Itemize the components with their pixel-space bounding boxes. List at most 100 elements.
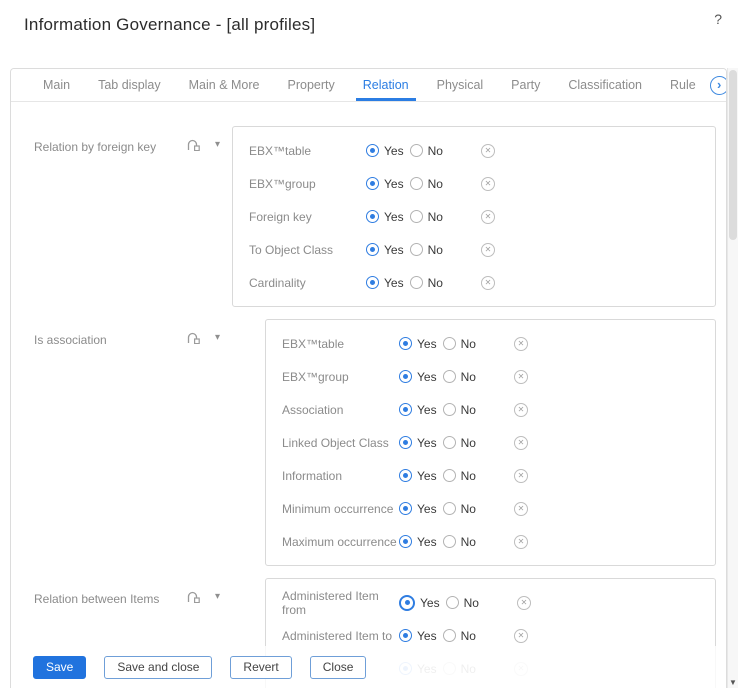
- radio-option-yes[interactable]: Yes: [399, 337, 437, 351]
- radio-yes[interactable]: [399, 370, 412, 383]
- radio-label-no: No: [461, 370, 476, 384]
- clear-icon[interactable]: ✕: [514, 370, 528, 384]
- radio-option-yes[interactable]: Yes: [399, 535, 437, 549]
- radio-no[interactable]: [443, 502, 456, 515]
- clear-icon[interactable]: ✕: [481, 243, 495, 257]
- radio-option-yes[interactable]: Yes: [399, 370, 437, 384]
- radio-no[interactable]: [446, 596, 459, 609]
- radio-option-yes[interactable]: Yes: [399, 502, 437, 516]
- clear-icon[interactable]: ✕: [481, 144, 495, 158]
- clear-icon[interactable]: ✕: [514, 436, 528, 450]
- clear-icon[interactable]: ✕: [514, 337, 528, 351]
- clear-icon[interactable]: ✕: [514, 535, 528, 549]
- save-and-close-button[interactable]: Save and close: [104, 656, 212, 679]
- clear-icon[interactable]: ✕: [481, 177, 495, 191]
- radio-yes[interactable]: [399, 337, 412, 350]
- radio-option-yes[interactable]: Yes: [366, 210, 404, 224]
- inheritance-icon[interactable]: [187, 591, 200, 603]
- radio-yes[interactable]: [399, 502, 412, 515]
- radio-option-no[interactable]: No: [443, 629, 476, 643]
- clear-icon[interactable]: ✕: [481, 276, 495, 290]
- radio-option-yes[interactable]: Yes: [399, 595, 440, 611]
- radio-option-no[interactable]: No: [443, 469, 476, 483]
- radio-option-yes[interactable]: Yes: [399, 436, 437, 450]
- radio-yes[interactable]: [366, 276, 379, 289]
- tab-physical[interactable]: Physical: [423, 69, 498, 101]
- help-icon[interactable]: ?: [714, 11, 722, 27]
- save-button[interactable]: Save: [33, 656, 86, 679]
- radio-no[interactable]: [410, 144, 423, 157]
- radio-no[interactable]: [443, 535, 456, 548]
- radio-option-yes[interactable]: Yes: [399, 629, 437, 643]
- radio-option-no[interactable]: No: [410, 177, 443, 191]
- radio-no[interactable]: [443, 629, 456, 642]
- tab-main[interactable]: Main: [29, 69, 84, 101]
- chevron-down-icon[interactable]: ▾: [215, 592, 220, 602]
- radio-no[interactable]: [410, 243, 423, 256]
- tab-tab-display[interactable]: Tab display: [84, 69, 175, 101]
- inheritance-icon[interactable]: [187, 332, 200, 344]
- radio-option-no[interactable]: No: [443, 535, 476, 549]
- radio-no[interactable]: [443, 403, 456, 416]
- radio-no[interactable]: [410, 276, 423, 289]
- clear-icon[interactable]: ✕: [514, 469, 528, 483]
- row-label: Association: [282, 403, 399, 417]
- radio-yes[interactable]: [399, 436, 412, 449]
- clear-icon[interactable]: ✕: [514, 403, 528, 417]
- section-relation-by-foreign-key: Relation by foreign key▾EBX™tableYesNo✕E…: [11, 126, 726, 307]
- radio-no[interactable]: [410, 210, 423, 223]
- radio-yes[interactable]: [366, 243, 379, 256]
- radio-option-no[interactable]: No: [410, 276, 443, 290]
- radio-yes[interactable]: [366, 177, 379, 190]
- revert-button[interactable]: Revert: [230, 656, 291, 679]
- radio-option-yes[interactable]: Yes: [366, 144, 404, 158]
- scroll-down-icon[interactable]: ▼: [728, 678, 738, 687]
- radio-yes[interactable]: [399, 629, 412, 642]
- tab-main-more[interactable]: Main & More: [175, 69, 274, 101]
- scrollbar-thumb[interactable]: [729, 70, 737, 240]
- tab-relation[interactable]: Relation: [349, 69, 423, 101]
- tab-property[interactable]: Property: [274, 69, 349, 101]
- section-icons: ▾: [187, 332, 220, 344]
- clear-icon[interactable]: ✕: [517, 596, 531, 610]
- radio-option-no[interactable]: No: [410, 144, 443, 158]
- radio-option-no[interactable]: No: [443, 337, 476, 351]
- inheritance-icon[interactable]: [187, 139, 200, 151]
- radio-yes[interactable]: [399, 535, 412, 548]
- radio-yes[interactable]: [366, 210, 379, 223]
- close-button[interactable]: Close: [310, 656, 367, 679]
- clear-icon[interactable]: ✕: [481, 210, 495, 224]
- radio-no[interactable]: [443, 469, 456, 482]
- radio-option-yes[interactable]: Yes: [366, 276, 404, 290]
- radio-yes[interactable]: [399, 403, 412, 416]
- radio-option-no[interactable]: No: [410, 243, 443, 257]
- radio-yes[interactable]: [399, 469, 412, 482]
- radio-yes[interactable]: [366, 144, 379, 157]
- radio-option-no[interactable]: No: [443, 370, 476, 384]
- clear-icon[interactable]: ✕: [514, 502, 528, 516]
- radio-option-no[interactable]: No: [443, 436, 476, 450]
- radio-option-no[interactable]: No: [443, 502, 476, 516]
- radio-no[interactable]: [443, 436, 456, 449]
- radio-no[interactable]: [443, 337, 456, 350]
- tab-rule[interactable]: Rule: [656, 69, 710, 101]
- next-tabs-icon[interactable]: ›: [710, 76, 727, 95]
- radio-option-yes[interactable]: Yes: [399, 403, 437, 417]
- clear-icon[interactable]: ✕: [514, 629, 528, 643]
- chevron-down-icon[interactable]: ▾: [215, 333, 220, 343]
- tab-classification[interactable]: Classification: [554, 69, 656, 101]
- radio-option-no[interactable]: No: [410, 210, 443, 224]
- tab-party[interactable]: Party: [497, 69, 554, 101]
- row-label: EBX™group: [249, 177, 366, 191]
- radio-option-no[interactable]: No: [446, 596, 479, 610]
- chevron-down-icon[interactable]: ▾: [215, 140, 220, 150]
- radio-yes[interactable]: [399, 595, 415, 611]
- vertical-scrollbar[interactable]: ▼: [727, 68, 738, 688]
- radio-option-yes[interactable]: Yes: [366, 243, 404, 257]
- section-icons: ▾: [187, 139, 220, 151]
- radio-option-no[interactable]: No: [443, 403, 476, 417]
- radio-option-yes[interactable]: Yes: [366, 177, 404, 191]
- radio-no[interactable]: [410, 177, 423, 190]
- radio-option-yes[interactable]: Yes: [399, 469, 437, 483]
- radio-no[interactable]: [443, 370, 456, 383]
